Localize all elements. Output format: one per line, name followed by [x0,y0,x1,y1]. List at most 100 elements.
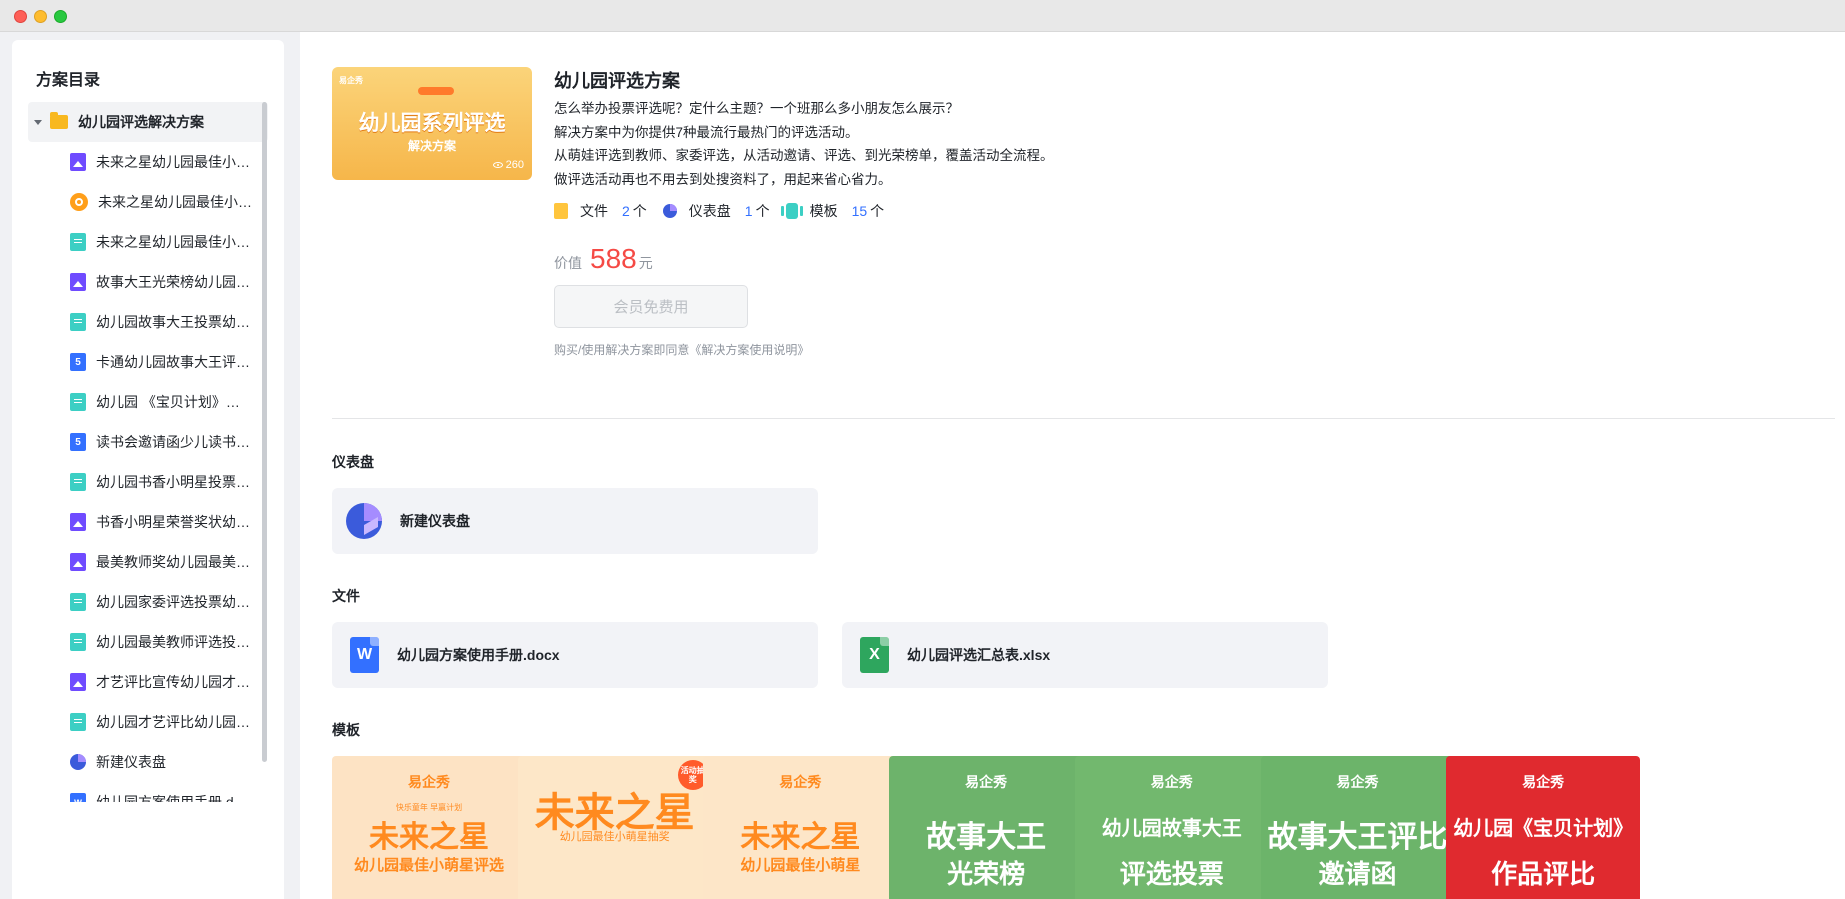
template-subtitle: 光荣榜 [947,859,1026,889]
sidebar-item-label: 幼儿园故事大王投票幼… [96,314,250,330]
template-subtitle: 幼儿园最佳小萌星 [740,857,861,874]
template-subtitle: 作品评比 [1491,859,1596,889]
dashboard-card-label: 新建仪表盘 [400,513,470,529]
price-label: 价值 [554,255,582,271]
sidebar-item[interactable]: 5 卡通幼儿园故事大王评… [28,342,268,382]
sidebar-item-label: 故事大王光荣榜幼儿园… [96,274,250,290]
stat-unit: 个 [632,203,647,219]
stat-name: 模板 [809,203,838,219]
sidebar-item-label: 幼儿园方案使用手册.d… [96,794,248,802]
minimize-window-button[interactable] [34,10,47,23]
sidebar-item[interactable]: 最美教师奖幼儿园最美… [28,542,268,582]
template-icon [780,203,803,219]
stat-dashboards: 仪表盘 1 个 [662,201,770,221]
sidebar-item[interactable]: 未来之星幼儿园最佳小… [28,222,268,262]
sidebar-item[interactable]: 幼儿园才艺评比幼儿园… [28,702,268,742]
price-block: 价值 588 元 [554,243,1754,275]
sidebar-item-label: 幼儿园最美教师评选投… [96,634,250,650]
solution-cover-image[interactable]: 易企秀 幼儿园系列评选 解决方案 260 [332,67,532,180]
sidebar-item-label: 未来之星幼儿园最佳小… [96,154,250,170]
template-card[interactable]: 幼儿园最佳小萌星抽奖 未来之星 活动抽奖 [517,756,712,899]
sidebar-item[interactable]: 新建仪表盘 [28,742,268,782]
sidebar-item-label: 未来之星幼儿园最佳小… [98,194,252,210]
tree-root-folder[interactable]: 幼儿园评选解决方案 [28,102,268,142]
sidebar-item[interactable]: w 幼儿园方案使用手册.d… [28,782,268,802]
files-section-title: 文件 [332,588,360,604]
file-card-excel[interactable]: X 幼儿园评选汇总表.xlsx [842,622,1328,688]
sidebar-item-label: 读书会邀请函少儿读书… [96,434,250,450]
form-file-icon [70,393,86,411]
h5-page-icon: 5 [70,353,86,371]
close-window-button[interactable] [14,10,27,23]
form-file-icon [70,473,86,491]
sidebar-item[interactable]: 未来之星幼儿园最佳小… [28,182,268,222]
excel-doc-icon: X [860,637,889,673]
h5-page-icon: 5 [70,433,86,451]
template-title: 故事大王 [926,821,1047,854]
sidebar-item[interactable]: 未来之星幼儿园最佳小… [28,142,268,182]
usage-agreement-text[interactable]: 购买/使用解决方案即同意《解决方案使用说明》 [554,341,1754,358]
section-divider [332,418,1835,419]
sidebar-item[interactable]: 幼儿园最美教师评选投… [28,622,268,662]
sidebar-scrollbar[interactable] [262,102,267,762]
solution-title: 幼儿园评选方案 [554,71,680,91]
caret-down-icon[interactable] [34,119,42,125]
stat-count: 15 [851,203,868,219]
sidebar-item[interactable]: 5 读书会邀请函少儿读书… [28,422,268,462]
sidebar-item[interactable]: 幼儿园故事大王投票幼… [28,302,268,342]
template-card[interactable]: 易企秀 未来之星 幼儿园最佳小萌星 [703,756,898,899]
sidebar-item[interactable]: 才艺评比宣传幼儿园才… [28,662,268,702]
dashboard-icon [70,754,86,770]
form-file-icon [70,313,86,331]
stat-templates: 模板 15 个 [780,201,884,221]
sidebar-item-label: 新建仪表盘 [96,754,166,770]
stat-unit: 个 [755,203,770,219]
solution-catalog-sidebar: 方案目录 幼儿园评选解决方案 未来之星幼儿园最佳小… 未来之星幼儿园最佳小… 未来之… [12,40,284,899]
sidebar-item[interactable]: 故事大王光荣榜幼儿园… [28,262,268,302]
template-title: 未来之星 [369,821,489,854]
dashboard-card[interactable]: 新建仪表盘 [332,488,818,554]
form-file-icon [70,233,86,251]
template-title: 未来之星 [740,821,861,854]
file-card-word[interactable]: W 幼儿园方案使用手册.docx [332,622,818,688]
sidebar-item[interactable]: 幼儿园 《宝贝计划》… [28,382,268,422]
sidebar-item-label: 最美教师奖幼儿园最美… [96,554,250,570]
template-subtitle: 评选投票 [1119,859,1224,889]
template-card[interactable]: 易企秀 故事大王评比 邀请函 [1260,756,1455,899]
sidebar-item-label: 幼儿园 《宝贝计划》… [96,394,240,410]
sidebar-item[interactable]: 书香小明星荣誉奖状幼… [28,502,268,542]
image-file-icon [70,673,86,691]
templates-section-title: 模板 [332,722,360,738]
file-name: 幼儿园评选汇总表.xlsx [907,647,1051,663]
solution-stats: 文件 2 个 仪表盘 1 个 模板 15 个 [554,201,1754,221]
template-brand: 易企秀 [408,774,450,790]
price-unit: 元 [638,255,653,271]
word-file-icon: w [70,793,86,802]
dashboard-pie-icon [346,503,382,539]
template-card[interactable]: 易企秀 幼儿园故事大王 评选投票 [1074,756,1269,899]
image-file-icon [70,153,86,171]
sidebar-item[interactable]: 幼儿园家委评选投票幼… [28,582,268,622]
sidebar-title: 方案目录 [36,72,101,89]
cover-title: 幼儿园系列评选 [358,112,506,135]
image-file-icon [70,513,86,531]
sidebar-item-label: 卡通幼儿园故事大王评… [96,354,250,370]
template-card[interactable]: 易企秀 幼儿园《宝贝计划》 作品评比 [1446,756,1641,899]
image-file-icon [70,553,86,571]
stat-name: 仪表盘 [688,203,731,219]
dashboard-section-title: 仪表盘 [332,454,374,470]
sidebar-item[interactable]: 幼儿园书香小明星投票… [28,462,268,502]
stat-files: 文件 2 个 [554,201,647,221]
catalog-tree: 幼儿园评选解决方案 未来之星幼儿园最佳小… 未来之星幼儿园最佳小… 未来之星幼儿园最… [28,102,268,802]
window-titlebar [0,0,1845,32]
maximize-window-button[interactable] [54,10,67,23]
sidebar-item-label: 未来之星幼儿园最佳小… [96,234,250,250]
member-free-button[interactable]: 会员免费用 [554,285,748,328]
template-brand: 易企秀 [965,774,1008,790]
sidebar-item-label: 幼儿园书香小明星投票… [96,474,250,490]
template-card[interactable]: 易企秀故事大王光荣榜 [889,756,1084,899]
sidebar-item-label: 幼儿园家委评选投票幼… [96,594,250,610]
template-title: 故事大王评比 [1267,821,1448,854]
template-card[interactable]: 易企秀 快乐童年 早赢计划 未来之星 幼儿园最佳小萌星评选 [332,756,526,899]
template-list: 易企秀 快乐童年 早赢计划 未来之星 幼儿园最佳小萌星评选 幼儿园最佳小萌星抽奖 未来之星… [332,756,1845,899]
